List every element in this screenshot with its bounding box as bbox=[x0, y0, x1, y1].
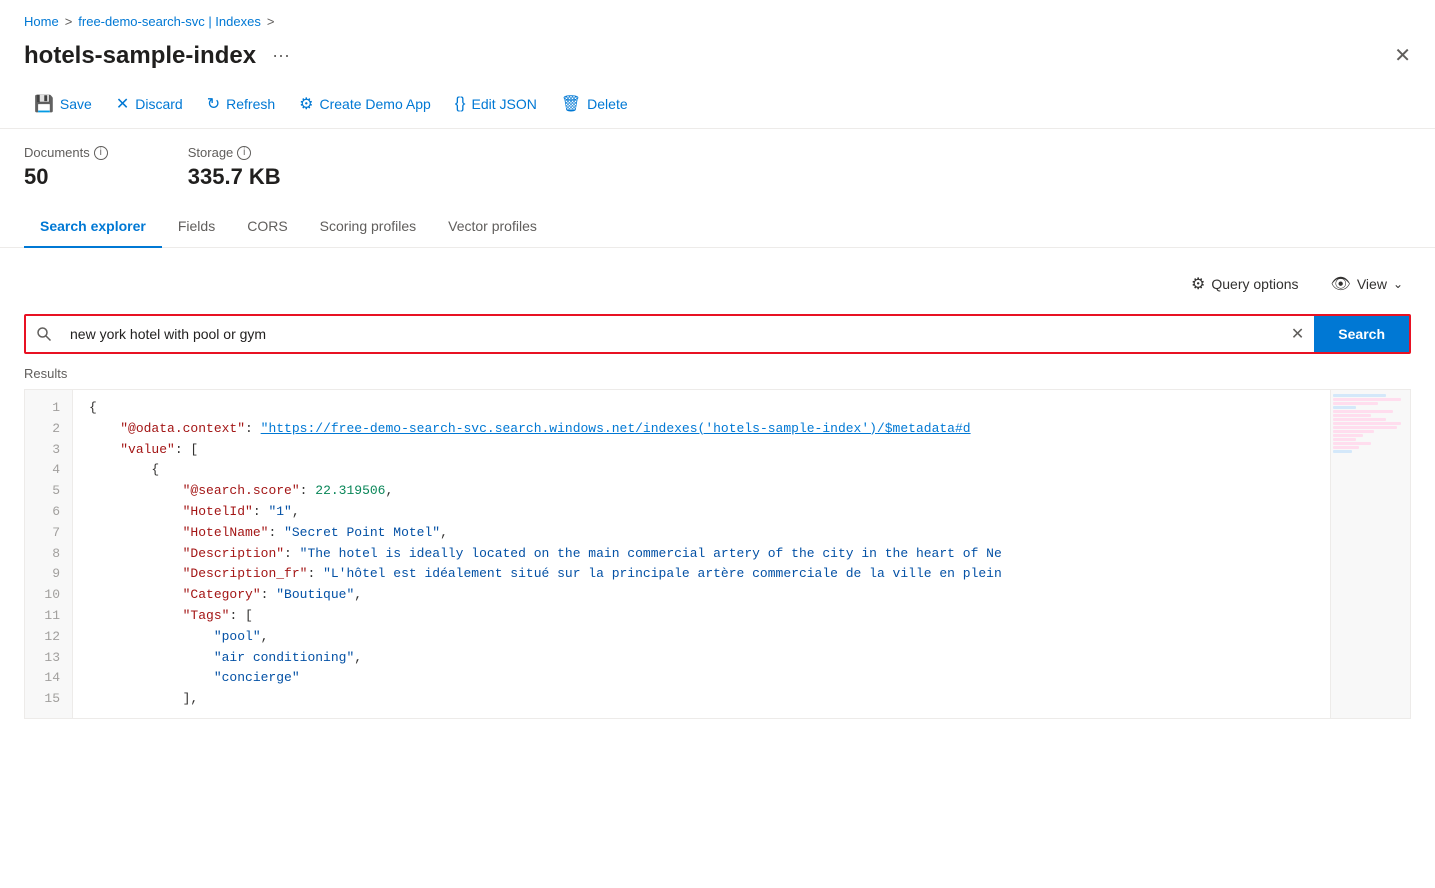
code-line-11: "Tags": [ bbox=[89, 606, 1330, 627]
breadcrumb: Home > free-demo-search-svc | Indexes > bbox=[0, 0, 1435, 37]
tab-fields[interactable]: Fields bbox=[162, 206, 231, 248]
create-demo-icon: ⚙ bbox=[299, 94, 313, 114]
search-input[interactable] bbox=[62, 316, 1281, 352]
code-line-12: "pool", bbox=[89, 627, 1330, 648]
code-line-5: "@search.score": 22.319506, bbox=[89, 481, 1330, 502]
storage-stat: Storage i 335.7 KB bbox=[188, 145, 281, 190]
edit-json-button[interactable]: {} Edit JSON bbox=[445, 89, 547, 119]
breadcrumb-sep1: > bbox=[65, 14, 73, 29]
stats-section: Documents i 50 Storage i 335.7 KB bbox=[0, 129, 1435, 206]
refresh-button[interactable]: ↻ Refresh bbox=[197, 88, 285, 120]
storage-info-icon[interactable]: i bbox=[237, 146, 251, 160]
line-numbers: 1 2 3 4 5 6 7 8 9 10 11 12 13 14 15 bbox=[25, 390, 73, 718]
search-clear-button[interactable]: ✕ bbox=[1281, 316, 1314, 352]
storage-value: 335.7 KB bbox=[188, 164, 281, 190]
code-line-14: "concierge" bbox=[89, 668, 1330, 689]
code-line-3: "value": [ bbox=[89, 440, 1330, 461]
chevron-down-icon: ⌄ bbox=[1393, 277, 1403, 291]
more-options-button[interactable]: ··· bbox=[266, 41, 296, 70]
discard-icon: ✕ bbox=[116, 94, 129, 114]
code-line-9: "Description_fr": "L'hôtel est idéalemen… bbox=[89, 564, 1330, 585]
header-left: hotels-sample-index ··· bbox=[24, 41, 296, 70]
code-line-7: "HotelName": "Secret Point Motel", bbox=[89, 523, 1330, 544]
search-submit-button[interactable]: Search bbox=[1314, 316, 1409, 352]
results-label: Results bbox=[24, 366, 1411, 381]
code-line-15: ], bbox=[89, 689, 1330, 710]
storage-label-row: Storage i bbox=[188, 145, 281, 160]
tab-cors[interactable]: CORS bbox=[231, 206, 303, 248]
gear-icon: ⚙ bbox=[1191, 274, 1205, 294]
storage-label: Storage bbox=[188, 145, 234, 160]
create-demo-label: Create Demo App bbox=[320, 96, 431, 112]
minimap bbox=[1330, 390, 1410, 718]
code-area: 1 2 3 4 5 6 7 8 9 10 11 12 13 14 15 { "@… bbox=[24, 389, 1411, 719]
code-content: { "@odata.context": "https://free-demo-s… bbox=[73, 390, 1330, 718]
results-section: Results 1 2 3 4 5 6 7 8 9 10 11 12 13 14… bbox=[0, 366, 1435, 719]
search-top-row: ⚙ Query options 👁 View ⌄ bbox=[24, 268, 1411, 300]
eye-icon: 👁 bbox=[1331, 274, 1351, 294]
documents-value: 50 bbox=[24, 164, 108, 190]
view-label: View bbox=[1357, 276, 1387, 292]
save-icon: 💾 bbox=[34, 94, 54, 114]
code-line-1: { bbox=[89, 398, 1330, 419]
query-options-label: Query options bbox=[1211, 276, 1298, 292]
refresh-label: Refresh bbox=[226, 96, 275, 112]
create-demo-button[interactable]: ⚙ Create Demo App bbox=[289, 88, 441, 120]
code-line-2: "@odata.context": "https://free-demo-sea… bbox=[89, 419, 1330, 440]
page-title: hotels-sample-index bbox=[24, 42, 256, 70]
discard-button[interactable]: ✕ Discard bbox=[106, 88, 193, 120]
page-header: hotels-sample-index ··· ✕ bbox=[0, 37, 1435, 80]
documents-label-row: Documents i bbox=[24, 145, 108, 160]
tab-bar: Search explorer Fields CORS Scoring prof… bbox=[0, 206, 1435, 248]
query-options-button[interactable]: ⚙ Query options bbox=[1183, 268, 1307, 300]
code-line-8: "Description": "The hotel is ideally loc… bbox=[89, 544, 1330, 565]
breadcrumb-sep2: > bbox=[267, 14, 275, 29]
breadcrumb-home[interactable]: Home bbox=[24, 14, 59, 29]
save-button[interactable]: 💾 Save bbox=[24, 88, 102, 120]
documents-stat: Documents i 50 bbox=[24, 145, 108, 190]
discard-label: Discard bbox=[135, 96, 182, 112]
delete-button[interactable]: 🗑 Delete bbox=[551, 88, 638, 120]
delete-icon: 🗑 bbox=[561, 94, 581, 114]
tab-search-explorer[interactable]: Search explorer bbox=[24, 206, 162, 248]
search-bar: ✕ Search bbox=[24, 314, 1411, 354]
close-button[interactable]: ✕ bbox=[1394, 43, 1411, 68]
code-line-10: "Category": "Boutique", bbox=[89, 585, 1330, 606]
tab-scoring-profiles[interactable]: Scoring profiles bbox=[304, 206, 433, 248]
code-line-4: { bbox=[89, 460, 1330, 481]
save-label: Save bbox=[60, 96, 92, 112]
edit-json-icon: {} bbox=[455, 95, 466, 113]
delete-label: Delete bbox=[587, 96, 627, 112]
search-area: ⚙ Query options 👁 View ⌄ ✕ Search bbox=[0, 248, 1435, 366]
tab-vector-profiles[interactable]: Vector profiles bbox=[432, 206, 553, 248]
refresh-icon: ↻ bbox=[207, 94, 220, 114]
view-button[interactable]: 👁 View ⌄ bbox=[1323, 268, 1411, 300]
code-line-13: "air conditioning", bbox=[89, 648, 1330, 669]
documents-label: Documents bbox=[24, 145, 90, 160]
toolbar: 💾 Save ✕ Discard ↻ Refresh ⚙ Create Demo… bbox=[0, 80, 1435, 129]
search-icon bbox=[26, 316, 62, 352]
edit-json-label: Edit JSON bbox=[471, 96, 536, 112]
code-line-6: "HotelId": "1", bbox=[89, 502, 1330, 523]
documents-info-icon[interactable]: i bbox=[94, 146, 108, 160]
breadcrumb-service[interactable]: free-demo-search-svc | Indexes bbox=[78, 14, 261, 29]
